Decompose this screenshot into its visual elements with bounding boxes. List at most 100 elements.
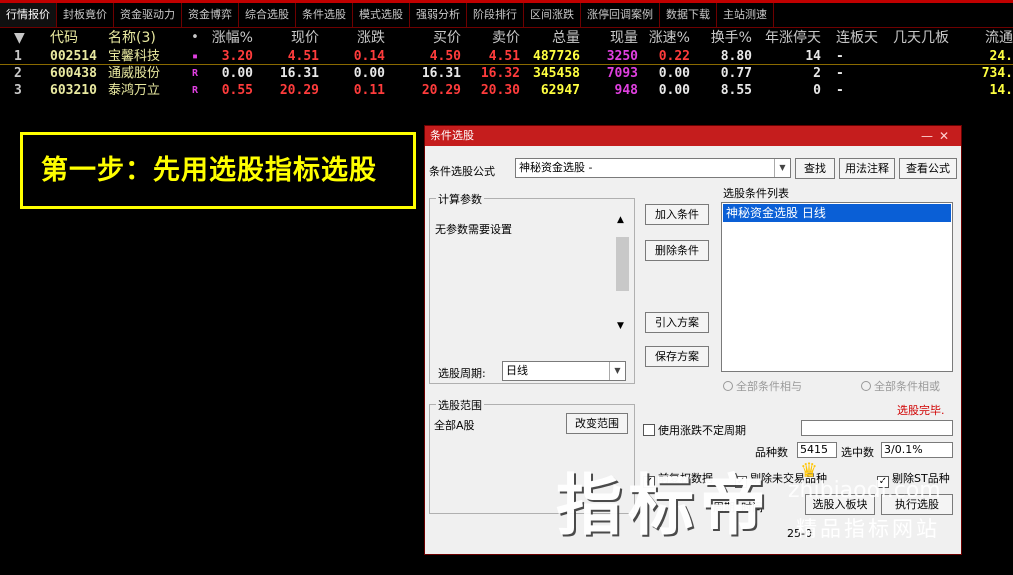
table-row[interactable]: 1 002514 宝馨科技 ▪ 3.20 4.51 0.14 4.50 4.51… xyxy=(0,48,1013,65)
sort-arrow-icon[interactable]: ▼ xyxy=(14,28,28,48)
checkbox-icon[interactable] xyxy=(643,424,655,436)
col-header-volume[interactable]: 总量 xyxy=(524,28,580,48)
col-header-price[interactable]: 现价 xyxy=(262,28,319,48)
tab-0[interactable]: 行情报价 xyxy=(0,3,57,27)
tab-1[interactable]: 封板竟价 xyxy=(57,3,114,27)
float-shares: 24. xyxy=(989,49,1013,64)
tab-8[interactable]: 阶段排行 xyxy=(467,3,524,27)
range-value: 全部A股 xyxy=(434,419,475,432)
turnover: 8.80 xyxy=(720,49,752,64)
radio-and-circle[interactable] xyxy=(723,381,733,391)
delete-condition-button[interactable]: 删除条件 xyxy=(645,240,709,261)
tab-10[interactable]: 涨停回调案例 xyxy=(581,3,660,27)
ask-price: 16.32 xyxy=(480,66,520,81)
tab-5[interactable]: 条件选股 xyxy=(296,3,353,27)
hit-field: 3/0.1% xyxy=(881,442,953,458)
save-plan-button[interactable]: 保存方案 xyxy=(645,346,709,367)
tab-12[interactable]: 主站测速 xyxy=(717,3,774,27)
minimize-icon[interactable]: — xyxy=(921,129,939,143)
use-period-label: 使用涨跌不定周期 xyxy=(658,424,746,437)
col-header-speed[interactable]: 涨速% xyxy=(642,28,690,48)
ask-price: 4.51 xyxy=(488,49,520,64)
count-field: 5415 xyxy=(797,442,837,458)
period-label: 选股周期: xyxy=(438,367,486,380)
tab-4[interactable]: 综合选股 xyxy=(239,3,296,27)
list-item[interactable]: 神秘资金选股 日线 xyxy=(723,204,951,222)
current-volume: 7093 xyxy=(606,66,638,81)
condition-listbox[interactable]: 神秘资金选股 日线 xyxy=(721,202,953,372)
volume: 345458 xyxy=(533,66,580,81)
chevron-down-icon[interactable]: ▼ xyxy=(774,159,790,177)
watermark-url: zhibiaodi.com xyxy=(788,478,941,503)
col-header-bid[interactable]: 买价 xyxy=(396,28,461,48)
quote-table-header: ▼ 代码 名称(3) • 涨幅% 现价 涨跌 买价 卖价 总量 现量 涨速% 换… xyxy=(0,28,1013,48)
col-header-code[interactable]: 代码 xyxy=(50,28,104,48)
view-formula-button[interactable]: 查看公式 xyxy=(899,158,957,179)
current-volume: 948 xyxy=(614,83,638,98)
table-row[interactable]: 3 603210 泰鸿万立 R 0.55 20.29 0.11 20.29 20… xyxy=(0,82,1013,99)
find-button[interactable]: 查找 xyxy=(795,158,835,179)
change-range-button[interactable]: 改变范围 xyxy=(566,413,628,434)
tab-6[interactable]: 模式选股 xyxy=(353,3,410,27)
change: 0.14 xyxy=(353,49,385,64)
tab-3[interactable]: 资金博弈 xyxy=(182,3,239,27)
params-scrollbar[interactable]: ▲ ▼ xyxy=(614,213,631,333)
params-group: 计算参数 无参数需要设置 ▲ ▼ 选股周期: 日线 ▼ xyxy=(429,191,635,384)
col-header-pct[interactable]: 涨幅% xyxy=(200,28,253,48)
tab-7[interactable]: 强弱分析 xyxy=(410,3,467,27)
float-shares: 14. xyxy=(989,83,1013,98)
module-tab-bar: 行情报价 封板竟价 资金驱动力 资金博弈 综合选股 条件选股 模式选股 强弱分析 阶段排行 区间涨… xyxy=(0,0,1013,28)
col-header-ask[interactable]: 卖价 xyxy=(470,28,520,48)
step-annotation: 第一步：先用选股指标选股 xyxy=(20,132,416,209)
tab-9[interactable]: 区间涨跌 xyxy=(524,3,581,27)
row-index: 3 xyxy=(14,83,22,98)
formula-label: 条件选股公式 xyxy=(429,165,495,178)
year-limit-days: 2 xyxy=(813,66,821,81)
bid-price: 20.29 xyxy=(421,83,461,98)
params-group-label: 计算参数 xyxy=(436,191,484,207)
table-row[interactable]: 2 600438 通威股份 R 0.00 16.31 0.00 16.31 16… xyxy=(0,65,1013,82)
radio-or[interactable]: 全部条件相或 xyxy=(861,378,940,394)
formula-combo[interactable]: 神秘资金选股 - ▼ xyxy=(515,158,791,178)
speed: 0.00 xyxy=(658,83,690,98)
window-controls: —✕ xyxy=(921,126,955,146)
tab-11[interactable]: 数据下载 xyxy=(660,3,717,27)
col-header-name[interactable]: 名称(3) xyxy=(108,28,178,48)
add-condition-button[interactable]: 加入条件 xyxy=(645,204,709,225)
consecutive-days: - xyxy=(836,66,844,81)
use-period-checkbox[interactable]: 使用涨跌不定周期 xyxy=(643,422,746,438)
radio-and-label: 全部条件相与 xyxy=(736,380,802,393)
stock-code: 002514 xyxy=(50,49,97,64)
radio-or-label: 全部条件相或 xyxy=(874,380,940,393)
scroll-down-icon[interactable]: ▼ xyxy=(617,321,624,331)
scroll-up-icon[interactable]: ▲ xyxy=(617,215,624,225)
price: 20.29 xyxy=(279,83,319,98)
chevron-down-icon[interactable]: ▼ xyxy=(609,362,625,380)
price: 16.31 xyxy=(279,66,319,81)
change-pct: 0.00 xyxy=(221,66,253,81)
period-combo[interactable]: 日线 ▼ xyxy=(502,361,626,381)
period-field[interactable] xyxy=(801,420,953,436)
radio-or-circle[interactable] xyxy=(861,381,871,391)
close-icon[interactable]: ✕ xyxy=(939,129,955,143)
hit-value: 3/0.1% xyxy=(884,443,923,456)
col-header-change[interactable]: 涨跌 xyxy=(330,28,385,48)
change-pct: 3.20 xyxy=(221,49,253,64)
col-header-year-limit-days[interactable]: 年涨停天 xyxy=(755,28,821,48)
volume: 62947 xyxy=(540,83,580,98)
tab-2[interactable]: 资金驱动力 xyxy=(114,3,182,27)
float-shares: 734. xyxy=(981,66,1013,81)
scroll-thumb[interactable] xyxy=(616,237,629,291)
col-header-float[interactable]: 流通 xyxy=(960,28,1013,48)
dialog-title-bar[interactable]: 条件选股 —✕ xyxy=(425,126,961,146)
col-header-days-boards[interactable]: 几天几板 xyxy=(893,28,953,48)
col-header-turnover[interactable]: 换手% xyxy=(700,28,752,48)
status-text: 选股完毕. xyxy=(897,404,945,417)
usage-notes-button[interactable]: 用法注释 xyxy=(839,158,895,179)
stock-code: 600438 xyxy=(50,66,97,81)
period-value: 日线 xyxy=(506,364,528,377)
radio-and[interactable]: 全部条件相与 xyxy=(723,378,802,394)
col-header-consecutive-days[interactable]: 连板天 xyxy=(836,28,878,48)
col-header-current-volume[interactable]: 现量 xyxy=(590,28,638,48)
import-plan-button[interactable]: 引入方案 xyxy=(645,312,709,333)
